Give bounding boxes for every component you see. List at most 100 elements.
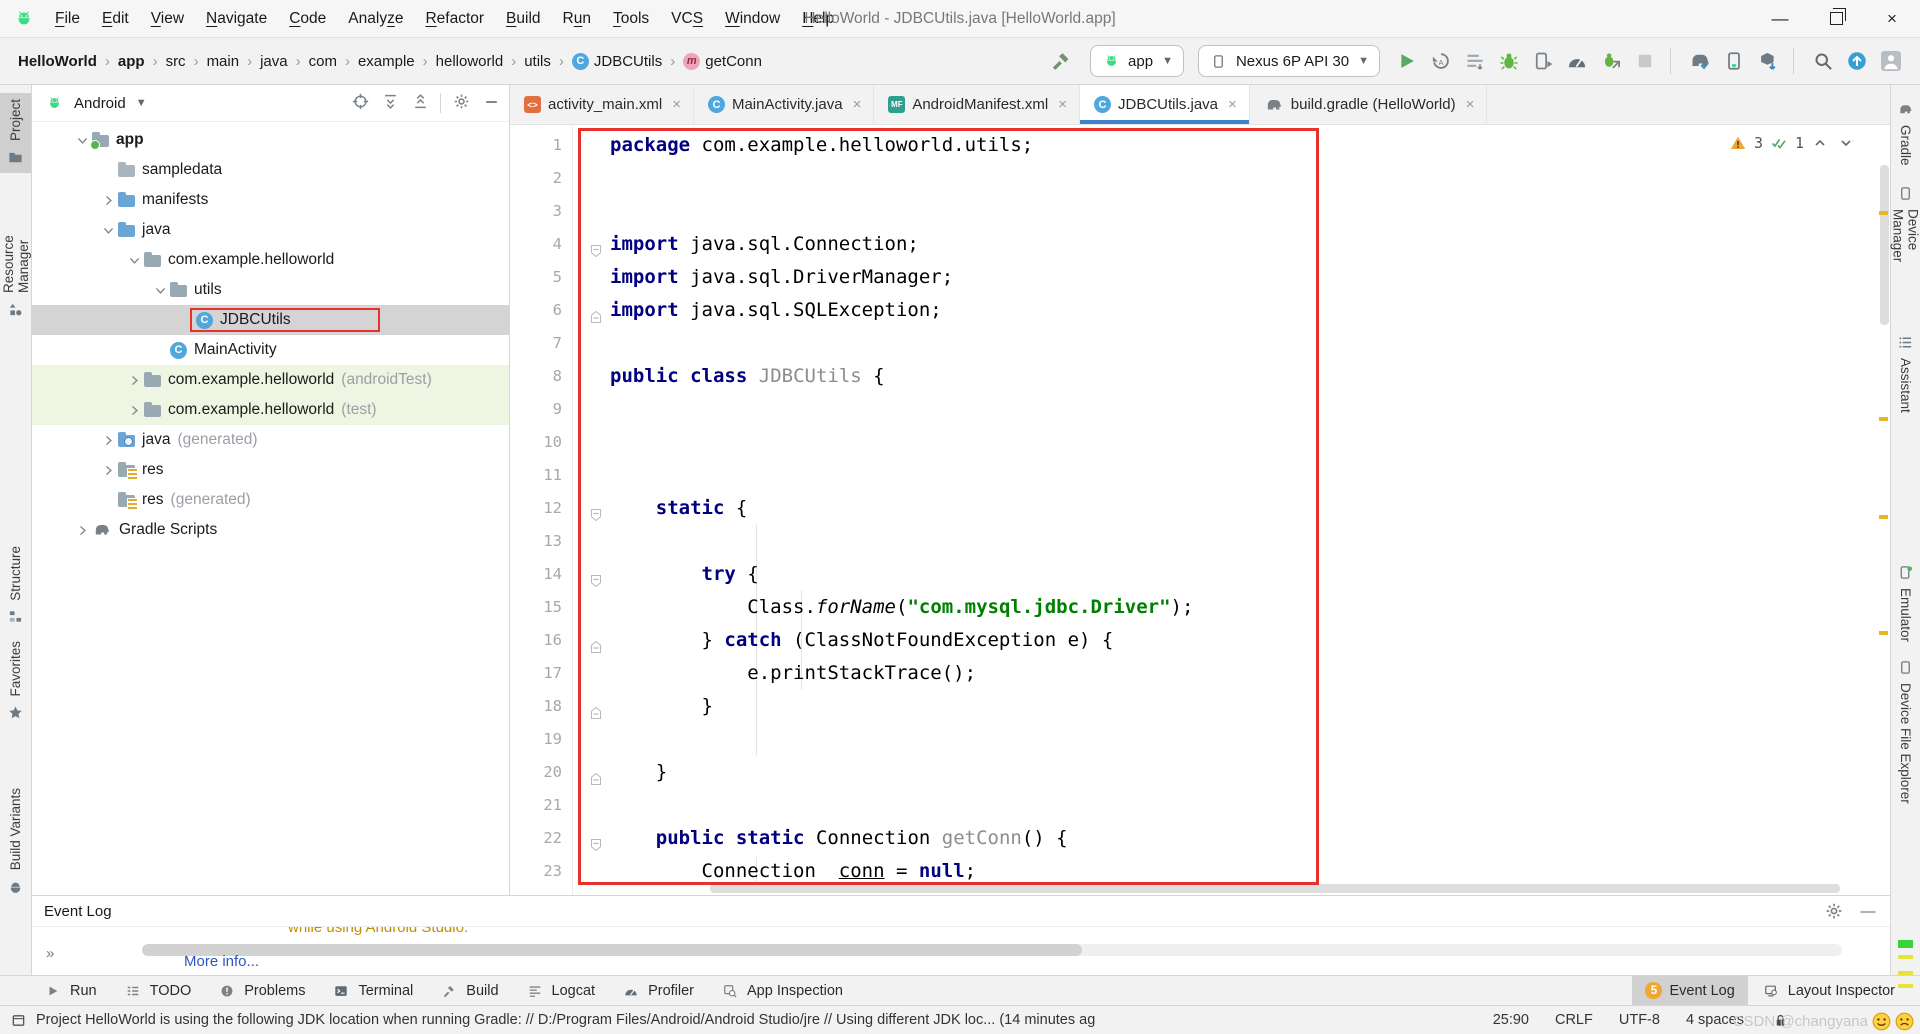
breadcrumb-item-app[interactable]: app [116, 51, 147, 72]
tree-item-res[interactable]: res (generated) [32, 485, 509, 515]
select-opened-file-button[interactable] [350, 92, 370, 115]
code-line-14[interactable]: 14 try { [510, 558, 1890, 591]
code-line-21[interactable]: 21 [510, 789, 1890, 822]
tool-window-button-terminal[interactable]: Terminal [318, 976, 426, 1005]
tree-item-com-example-helloworld[interactable]: com.example.helloworld (test) [32, 395, 509, 425]
build-menu[interactable]: Build [495, 0, 551, 38]
tree-item-manifests[interactable]: manifests [32, 185, 509, 215]
code-line-20[interactable]: 20 } [510, 756, 1890, 789]
code-line-17[interactable]: 17 e.printStackTrace(); [510, 657, 1890, 690]
breadcrumb-item-example[interactable]: example [356, 51, 417, 72]
device-manager-button[interactable] [1719, 46, 1749, 76]
device-select[interactable]: Nexus 6P API 30 ▼ [1197, 45, 1380, 77]
more-info-link[interactable]: More info... [184, 953, 259, 970]
code-line-22[interactable]: 22 public static Connection getConn() { [510, 822, 1890, 855]
code-line-18[interactable]: 18 } [510, 690, 1890, 723]
debug-bug-button[interactable] [1494, 46, 1524, 76]
edit-menu[interactable]: Edit [91, 0, 140, 38]
expand-all-button[interactable] [380, 92, 400, 115]
vcs-menu[interactable]: VCS [660, 0, 714, 38]
code-line-5[interactable]: 5 import java.sql.DriverManager; [510, 261, 1890, 294]
window-menu[interactable]: Window [714, 0, 791, 38]
profiler-gauge-button[interactable] [1562, 46, 1592, 76]
breadcrumb-item-helloworld[interactable]: HelloWorld [16, 51, 99, 72]
tree-item-utils[interactable]: utils [32, 275, 509, 305]
code-line-6[interactable]: 6 import java.sql.SQLException; [510, 294, 1890, 327]
code-line-23[interactable]: 23 Connection conn = null; [510, 855, 1890, 888]
tool-window-button-todo[interactable]: TODO [110, 976, 205, 1005]
chevron-right-icon[interactable] [72, 524, 92, 537]
apply-code-changes-button[interactable] [1460, 46, 1490, 76]
code-line-10[interactable]: 10 [510, 426, 1890, 459]
chevron-right-icon[interactable] [98, 194, 118, 207]
close-icon[interactable]: × [853, 96, 862, 113]
tab-activity-main-xml[interactable]: <> activity_main.xml × [510, 85, 694, 124]
tool-window-button-profiler[interactable]: Profiler [608, 976, 707, 1005]
chevron-down-icon[interactable] [150, 284, 170, 297]
hide-panel-icon[interactable]: — [1858, 901, 1878, 921]
tool-stripe-assistant[interactable]: Assistant [1891, 326, 1920, 413]
search-everywhere-button[interactable] [1808, 46, 1838, 76]
hide-panel-button[interactable] [481, 92, 501, 115]
tree-item-app[interactable]: app [32, 125, 509, 155]
event-log-scrollbar[interactable] [142, 944, 1082, 956]
chevron-right-icon[interactable] [124, 404, 144, 417]
attach-debugger-button[interactable] [1596, 46, 1626, 76]
analyze-menu[interactable]: Analyze [337, 0, 414, 38]
view-menu[interactable]: View [140, 0, 195, 38]
line-ending[interactable]: CRLF [1555, 1012, 1593, 1028]
tab-androidmanifest-xml[interactable]: MF AndroidManifest.xml × [874, 85, 1080, 124]
close-icon[interactable]: × [1058, 96, 1067, 113]
restore-button[interactable] [1808, 0, 1864, 37]
tab-mainactivity-java[interactable]: C MainActivity.java × [694, 85, 875, 124]
tree-item-com-example-helloworld[interactable]: com.example.helloworld [32, 245, 509, 275]
status-message[interactable]: Project HelloWorld is using the followin… [36, 1012, 1095, 1028]
code-line-1[interactable]: 1 package com.example.helloworld.utils; [510, 129, 1890, 162]
chevron-down-icon[interactable] [98, 224, 118, 237]
tree-item-sampledata[interactable]: sampledata [32, 155, 509, 185]
encoding[interactable]: UTF-8 [1619, 1012, 1660, 1028]
run-config-select[interactable]: app ▼ [1090, 45, 1184, 77]
close-button[interactable]: × [1864, 0, 1920, 37]
gradle-sync-button[interactable] [1685, 46, 1715, 76]
code-line-7[interactable]: 7 [510, 327, 1890, 360]
tool-stripe-favorites[interactable]: Favorites [0, 635, 31, 719]
tree-item-com-example-helloworld[interactable]: com.example.helloworld (androidTest) [32, 365, 509, 395]
breadcrumb-item-helloworld[interactable]: helloworld [434, 51, 506, 72]
breadcrumb-item-getconn[interactable]: m getConn [681, 51, 764, 72]
breadcrumb-item-src[interactable]: src [164, 51, 188, 72]
attach-process-button[interactable] [1528, 46, 1558, 76]
tree-item-gradle-scripts[interactable]: Gradle Scripts [32, 515, 509, 545]
code-line-19[interactable]: 19 [510, 723, 1890, 756]
tool-window-button-run[interactable]: Run [30, 976, 110, 1005]
tool-stripe-structure[interactable]: Structure [0, 540, 31, 625]
close-icon[interactable]: × [1466, 96, 1475, 113]
gear-icon[interactable] [1824, 901, 1844, 921]
refactor-menu[interactable]: Refactor [414, 0, 495, 38]
chevron-down-icon[interactable] [72, 134, 92, 147]
tree-item-jdbcutils[interactable]: C JDBCUtils [32, 305, 509, 335]
tool-window-button-layout-inspector[interactable]: Layout Inspector [1748, 976, 1908, 1005]
run-menu[interactable]: Run [552, 0, 602, 38]
prev-issue-button[interactable] [1810, 133, 1830, 153]
apply-changes-button[interactable]: A [1426, 46, 1456, 76]
code-line-9[interactable]: 9 [510, 393, 1890, 426]
collapse-all-button[interactable] [410, 92, 430, 115]
code-line-8[interactable]: 8 public class JDBCUtils { [510, 360, 1890, 393]
caret-position[interactable]: 25:90 [1493, 1012, 1529, 1028]
tool-window-button-logcat[interactable]: Logcat [512, 976, 609, 1005]
navigate-menu[interactable]: Navigate [195, 0, 278, 38]
close-icon[interactable]: × [672, 96, 681, 113]
code-line-12[interactable]: 12 static { [510, 492, 1890, 525]
tool-stripe-project[interactable]: Project [0, 93, 31, 173]
chevron-right-icon[interactable] [98, 434, 118, 447]
breadcrumb-item-java[interactable]: java [258, 51, 290, 72]
tool-stripe-build-variants[interactable]: Build Variants [0, 782, 31, 922]
tool-stripe-device-file-explorer[interactable]: Device File Explorer [1891, 651, 1920, 821]
stop-button[interactable] [1630, 46, 1660, 76]
tool-stripe-emulator[interactable]: Emulator [1891, 556, 1920, 642]
code-menu[interactable]: Code [278, 0, 337, 38]
code-line-3[interactable]: 3 [510, 195, 1890, 228]
breadcrumb-item-jdbcutils[interactable]: C JDBCUtils [570, 51, 664, 72]
build-hammer-button[interactable] [1046, 46, 1076, 76]
